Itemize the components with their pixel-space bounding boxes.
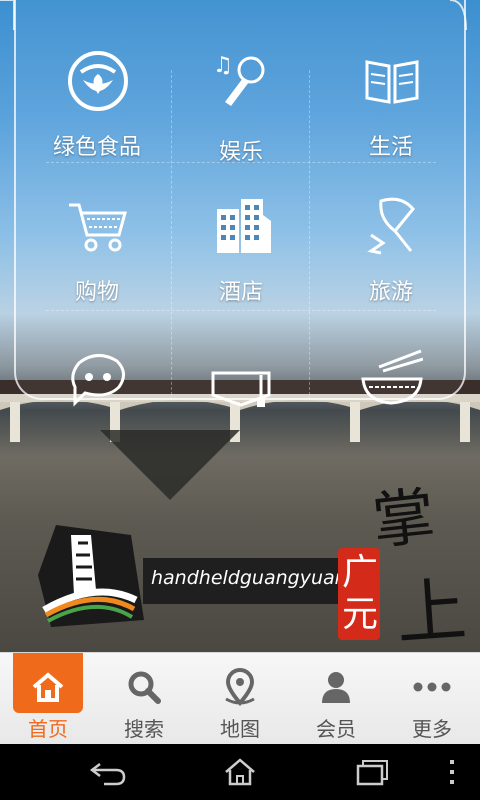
tile-chat[interactable] — [22, 310, 172, 455]
calligraphy-char: 掌 — [368, 478, 439, 559]
tile-green-food[interactable]: 绿色食品 — [22, 15, 172, 160]
bottom-tab-bar: 首页 搜索 地图 会员 更多 — [0, 652, 480, 745]
map-pin-icon — [225, 668, 255, 707]
graduation-cap-icon — [211, 371, 271, 407]
tile-label: 绿色食品 — [52, 135, 141, 160]
tile-travel[interactable]: 旅游 — [316, 160, 466, 305]
seal-char: 广 — [341, 552, 378, 593]
tab-label: 会员 — [316, 717, 356, 741]
svg-text:♫: ♫ — [213, 53, 233, 78]
tile-food[interactable] — [316, 310, 466, 455]
noodle-bowl-icon — [361, 349, 423, 405]
tab-label: 首页 — [28, 717, 68, 741]
search-icon — [128, 671, 161, 704]
tile-entertainment[interactable]: ♫ 娱乐 — [166, 15, 316, 165]
tab-member[interactable]: 会员 — [288, 653, 384, 745]
shopping-cart-icon — [69, 203, 127, 252]
chat-bubble-icon — [71, 354, 125, 407]
tile-education[interactable] — [166, 310, 316, 455]
more-dots-icon — [413, 682, 451, 692]
recent-apps-icon[interactable] — [352, 756, 392, 788]
seal-char: 元 — [341, 594, 378, 635]
home-icon — [32, 672, 64, 702]
menu-dots-icon[interactable] — [440, 756, 464, 788]
open-book-icon — [365, 60, 419, 104]
tile-label: 购物 — [74, 280, 119, 305]
user-icon — [322, 672, 350, 703]
calligraphy-char: 上 — [393, 568, 470, 656]
brand-name: handheldguangyuan — [151, 567, 347, 589]
tile-label: 旅游 — [368, 280, 413, 305]
system-navigation-bar — [0, 744, 480, 800]
tile-life[interactable]: 生活 — [316, 15, 466, 160]
microphone-music-icon: ♫ — [213, 53, 265, 106]
home-icon[interactable] — [220, 756, 260, 788]
leaf-food-icon — [68, 51, 128, 111]
travel-fan-icon — [367, 197, 415, 255]
tab-label: 搜索 — [124, 717, 164, 741]
guangyuan-logo — [38, 525, 144, 627]
back-icon[interactable] — [88, 756, 128, 788]
tile-label: 酒店 — [218, 280, 263, 305]
tab-home[interactable]: 首页 — [0, 653, 96, 745]
app-screen: 绿色食品 ♫ 娱乐 生活 购物 酒店 旅游 handheldguangyuan … — [0, 0, 480, 800]
tab-label: 更多 — [412, 717, 452, 741]
tab-search[interactable]: 搜索 — [96, 653, 192, 745]
tab-label: 地图 — [220, 717, 260, 741]
tab-more[interactable]: 更多 — [384, 653, 480, 745]
tile-hotel[interactable]: 酒店 — [166, 160, 316, 305]
tile-shopping[interactable]: 购物 — [22, 160, 172, 305]
tile-label: 生活 — [368, 135, 413, 160]
hotel-building-icon — [217, 199, 271, 253]
tab-map[interactable]: 地图 — [192, 653, 288, 745]
